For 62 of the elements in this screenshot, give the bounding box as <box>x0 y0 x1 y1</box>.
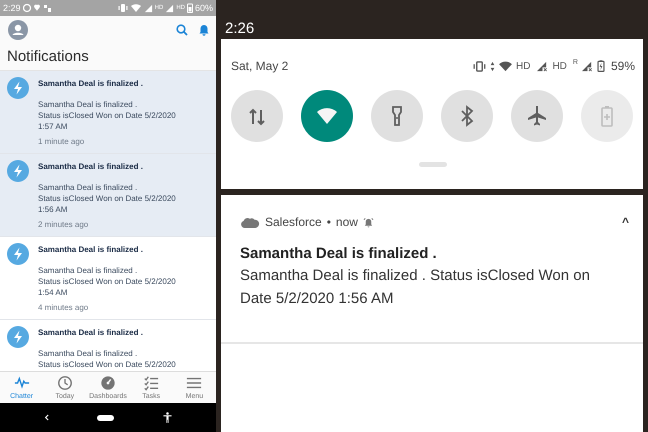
date-label: Sat, May 2 <box>231 59 288 73</box>
notification-time: 2 minutes ago <box>38 220 90 229</box>
today-icon <box>56 375 73 391</box>
notification-title: Samantha Deal is finalized . <box>38 245 144 254</box>
notification-body: Samantha Deal is finalized . Status isClosed Won on Date 5/2/2020 <box>38 348 176 370</box>
notification-body: Samantha Deal is finalized . Status isClosed Won on Date 5/2/2020 1:56 AM <box>38 182 176 215</box>
quick-setting-toggle[interactable] <box>511 90 563 142</box>
back-icon[interactable] <box>44 414 50 421</box>
notification-time: 4 minutes ago <box>38 303 90 312</box>
notification-item[interactable]: Samantha Deal is finalized . Samantha Deal is finalized . Status isClosed Won on Date 5/2/2020 1:56 AM 2 minutes ago <box>0 154 216 237</box>
notification-title: Samantha Deal is finalized . <box>38 79 144 88</box>
collapse-button[interactable]: ^ <box>622 215 629 229</box>
signal-icon <box>144 4 153 12</box>
notification-text: Samantha Deal is finalized . Status isClosed Won on Date 5/2/2020 1:56 AM <box>240 266 591 309</box>
separator-dot: • <box>326 215 331 229</box>
network-label: HD <box>516 60 530 72</box>
battery-icon <box>186 3 193 13</box>
notification-title: Samantha Deal is finalized . <box>38 162 144 171</box>
bell-icon[interactable] <box>198 24 210 36</box>
notification-item[interactable]: Samantha Deal is finalized . Samantha Deal is finalized . Status isClosed Won on Date 5/2/2020 1:57 AM 1 minute ago <box>0 71 216 154</box>
lightning-icon <box>7 160 29 182</box>
no-signal-icon <box>536 60 550 72</box>
notification-title: Samantha Deal is finalized . <box>38 328 144 337</box>
app-name: Salesforce <box>265 215 322 229</box>
battery-charging-icon <box>596 60 605 72</box>
clock-time: 2:26 <box>224 19 256 39</box>
battery-level: 59% <box>610 59 635 73</box>
wifi-icon <box>498 60 513 72</box>
alarm-bell-icon <box>362 216 374 228</box>
page-title: Notifications <box>6 47 90 67</box>
drag-handle[interactable] <box>419 162 447 167</box>
wifi-icon <box>130 3 142 13</box>
notification-icons <box>22 3 53 13</box>
quick-setting-toggle[interactable] <box>301 90 353 142</box>
notification-age: now <box>336 215 358 229</box>
lightning-icon <box>7 77 29 99</box>
airplane-icon <box>525 104 549 128</box>
signal-icon <box>165 4 174 12</box>
no-signal-icon <box>580 60 594 72</box>
notification-body: Samantha Deal is finalized . Status isClosed Won on Date 5/2/2020 1:54 AM <box>38 265 176 298</box>
lightning-icon <box>7 326 29 348</box>
home-button[interactable] <box>97 414 114 420</box>
menu-icon <box>186 375 202 391</box>
notification-time: 1 minute ago <box>38 137 86 146</box>
tasks-icon <box>143 375 160 391</box>
notification-title: Samantha Deal is finalized . <box>240 245 438 262</box>
quick-setting-toggle[interactable] <box>441 90 493 142</box>
vibrate-icon <box>472 60 487 72</box>
vibrate-icon <box>118 3 128 13</box>
avatar-icon[interactable] <box>8 20 28 40</box>
notification-card[interactable]: Salesforce • now ^ Samantha Deal is finalized . Samantha Deal is finalized . Status isClosed Won on Date 5/2/2020 1:56 AM <box>221 195 643 344</box>
network-label: HD <box>552 60 567 72</box>
data-arrows-icon <box>490 60 495 72</box>
dashboards-icon <box>100 375 116 391</box>
search-icon[interactable] <box>176 24 188 36</box>
cloud-icon <box>240 216 260 228</box>
battery-level: 60% <box>194 3 213 13</box>
status-time: 2:29 <box>3 3 21 13</box>
lightning-icon <box>7 243 29 265</box>
chatter-icon <box>14 375 30 391</box>
accessibility-icon[interactable] <box>162 412 172 423</box>
notification-body: Samantha Deal is finalized . Status isClosed Won on Date 5/2/2020 1:57 AM <box>38 99 176 132</box>
